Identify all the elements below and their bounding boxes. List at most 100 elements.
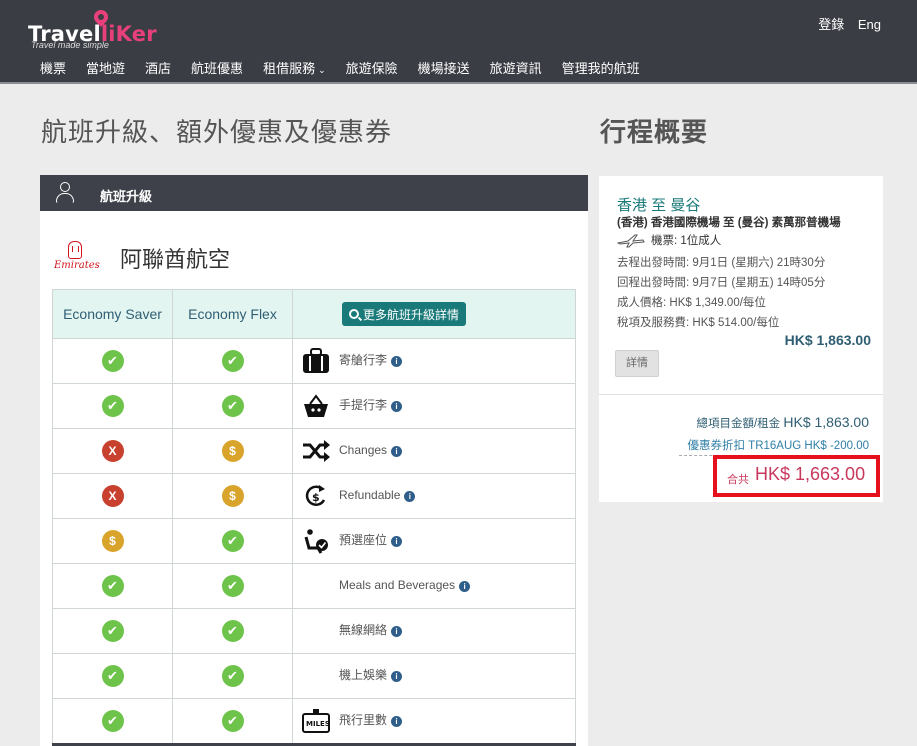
cell-feature: Changes i <box>292 428 576 474</box>
cell-economy-saver: X <box>52 428 173 474</box>
nav-item-rental[interactable]: 租借服務 ⌄ <box>253 58 336 78</box>
cross-icon: X <box>101 485 124 507</box>
cell-economy-flex: $ <box>172 428 293 474</box>
info-icon[interactable]: i <box>391 400 403 412</box>
language-link[interactable]: Eng <box>858 17 881 32</box>
info-icon[interactable]: i <box>391 445 403 457</box>
check-icon: ✔ <box>101 620 124 642</box>
cell-feature: 無線網絡 i <box>292 608 576 654</box>
more-upgrade-details-button[interactable]: 更多航班升級詳情 <box>341 302 466 326</box>
check-icon: ✔ <box>221 620 244 642</box>
return-time: 回程出發時間: 9月7日 (星期五) 14時05分 <box>617 277 826 289</box>
info-icon[interactable]: i <box>391 625 403 637</box>
feature-label: 寄艙行李 <box>339 353 388 368</box>
info-icon[interactable]: i <box>404 490 416 502</box>
depart-time: 去程出發時間: 9月1日 (星期六) 21時30分 <box>617 257 826 269</box>
nav-item-airport-transfer[interactable]: 機場接送 <box>408 58 480 78</box>
dollar-icon: $ <box>221 440 244 462</box>
feature-label: Changes <box>339 443 388 458</box>
divider <box>599 394 883 395</box>
column-economy-saver: Economy Saver <box>52 289 173 339</box>
coupon-discount-line: 優惠券折扣 TR16AUG HK$ -200.00 <box>687 440 869 452</box>
info-icon[interactable]: i <box>391 670 403 682</box>
emirates-logo: Emirates <box>54 241 100 275</box>
table-row: ✔ ✔ 機上娛樂 i <box>52 653 576 699</box>
grand-total-box: 合共 HK$ 1,663.00 <box>713 455 880 497</box>
check-icon: ✔ <box>101 665 124 687</box>
cell-economy-flex: ✔ <box>172 563 293 609</box>
check-icon: ✔ <box>101 350 124 372</box>
travelliker-logo[interactable]: TravelliKer Travel made simple <box>28 7 168 50</box>
main-nav: 機票 當地遊 酒店 航班優惠 租借服務 ⌄ 旅遊保險 機場接送 旅遊資訊 管理我的… <box>30 58 650 78</box>
table-row: ✔ ✔ 手提行李 i <box>52 383 576 429</box>
refund-icon: $ <box>301 483 331 509</box>
cell-economy-saver: X <box>52 473 173 519</box>
cell-economy-saver: ✔ <box>52 698 173 744</box>
fare-comparison-table: Economy Saver Economy Flex 更多航班升級詳情 ✔ ✔ 寄艙… <box>52 289 576 744</box>
total-label: 合共 <box>727 474 749 486</box>
flight-upgrade-panel: Emirates 阿聯酋航空 Economy Saver Economy Fle… <box>40 211 600 746</box>
nav-item-flight-deals[interactable]: 航班優惠 <box>181 58 253 78</box>
search-icon <box>348 309 359 319</box>
table-row: ✔ ✔ 無線網絡 i <box>52 608 576 654</box>
cell-economy-flex: $ <box>172 473 293 519</box>
nav-item-travel-info[interactable]: 旅遊資訊 <box>480 58 552 78</box>
nav-item-manage-booking[interactable]: 管理我的航班 <box>552 58 650 78</box>
check-icon: ✔ <box>221 530 244 552</box>
feature-label: 飛行里數 <box>339 713 388 728</box>
feature-label: 無線網絡 <box>339 623 388 638</box>
cell-feature: 寄艙行李 i <box>292 338 576 384</box>
nav-item-local-tours[interactable]: 當地遊 <box>76 58 135 78</box>
dollar-icon: $ <box>221 485 244 507</box>
cell-feature: 機上娛樂 i <box>292 653 576 699</box>
table-row: ✔ ✔ Meals and Beverages i <box>52 563 576 609</box>
feature-label: 預選座位 <box>339 533 388 548</box>
basket-icon <box>301 393 331 419</box>
check-icon: ✔ <box>101 395 124 417</box>
info-icon[interactable]: i <box>459 580 471 592</box>
nav-item-hotels[interactable]: 酒店 <box>135 58 181 78</box>
airline-name: 阿聯酋航空 <box>120 247 231 272</box>
flight-upgrade-panel-header: 航班升級 <box>40 175 588 211</box>
feature-label: Refundable <box>339 488 401 503</box>
cell-economy-flex: ✔ <box>172 608 293 654</box>
table-row: ✔ ✔ MILES 飛行里數 i <box>52 698 576 744</box>
svg-text:$: $ <box>312 491 320 504</box>
shuffle-icon <box>301 438 331 464</box>
cell-economy-flex: ✔ <box>172 698 293 744</box>
info-icon[interactable]: i <box>391 535 403 547</box>
top-header: TravelliKer Travel made simple 登錄 Eng 機票… <box>0 0 917 84</box>
page-title: 航班升級、額外優惠及優惠券 <box>41 117 393 147</box>
info-icon[interactable]: i <box>391 715 403 727</box>
cell-economy-saver: ✔ <box>52 383 173 429</box>
trip-summary-card: 香港 至 曼谷 (香港) 香港國際機場 至 (曼谷) 素萬那普機場 機票: 1位… <box>599 176 883 502</box>
seat-icon <box>301 528 331 554</box>
check-icon: ✔ <box>221 350 244 372</box>
subtotal-amount: HK$ 1,863.00 <box>784 332 871 348</box>
cell-economy-saver: ✔ <box>52 608 173 654</box>
check-icon: ✔ <box>221 710 244 732</box>
cross-icon: X <box>101 440 124 462</box>
user-icon <box>56 182 74 204</box>
cell-economy-saver: $ <box>52 518 173 564</box>
total-amount: HK$ 1,663.00 <box>755 464 866 484</box>
nav-item-insurance[interactable]: 旅遊保險 <box>336 58 408 78</box>
adult-price: 成人價格: HK$ 1,349.00/每位 <box>617 297 766 309</box>
cell-feature: Meals and Beverages i <box>292 563 576 609</box>
cell-economy-flex: ✔ <box>172 383 293 429</box>
info-icon[interactable]: i <box>391 355 403 367</box>
details-button[interactable]: 詳情 <box>615 350 659 377</box>
nav-item-flights[interactable]: 機票 <box>30 58 76 78</box>
feature-label: 手提行李 <box>339 398 388 413</box>
airports-line: (香港) 香港國際機場 至 (曼谷) 素萬那普機場 <box>617 217 841 229</box>
table-row: $ ✔ 預選座位 i <box>52 518 576 564</box>
cell-economy-saver: ✔ <box>52 653 173 699</box>
login-link[interactable]: 登錄 <box>818 17 844 32</box>
cell-feature: 預選座位 i <box>292 518 576 564</box>
feature-label: 機上娛樂 <box>339 668 388 683</box>
miles-icon: MILES <box>301 708 331 734</box>
chevron-down-icon: ⌄ <box>318 65 326 75</box>
column-economy-flex: Economy Flex <box>172 289 293 339</box>
route-title: 香港 至 曼谷 <box>617 197 701 214</box>
table-row: ✔ ✔ 寄艙行李 i <box>52 338 576 384</box>
